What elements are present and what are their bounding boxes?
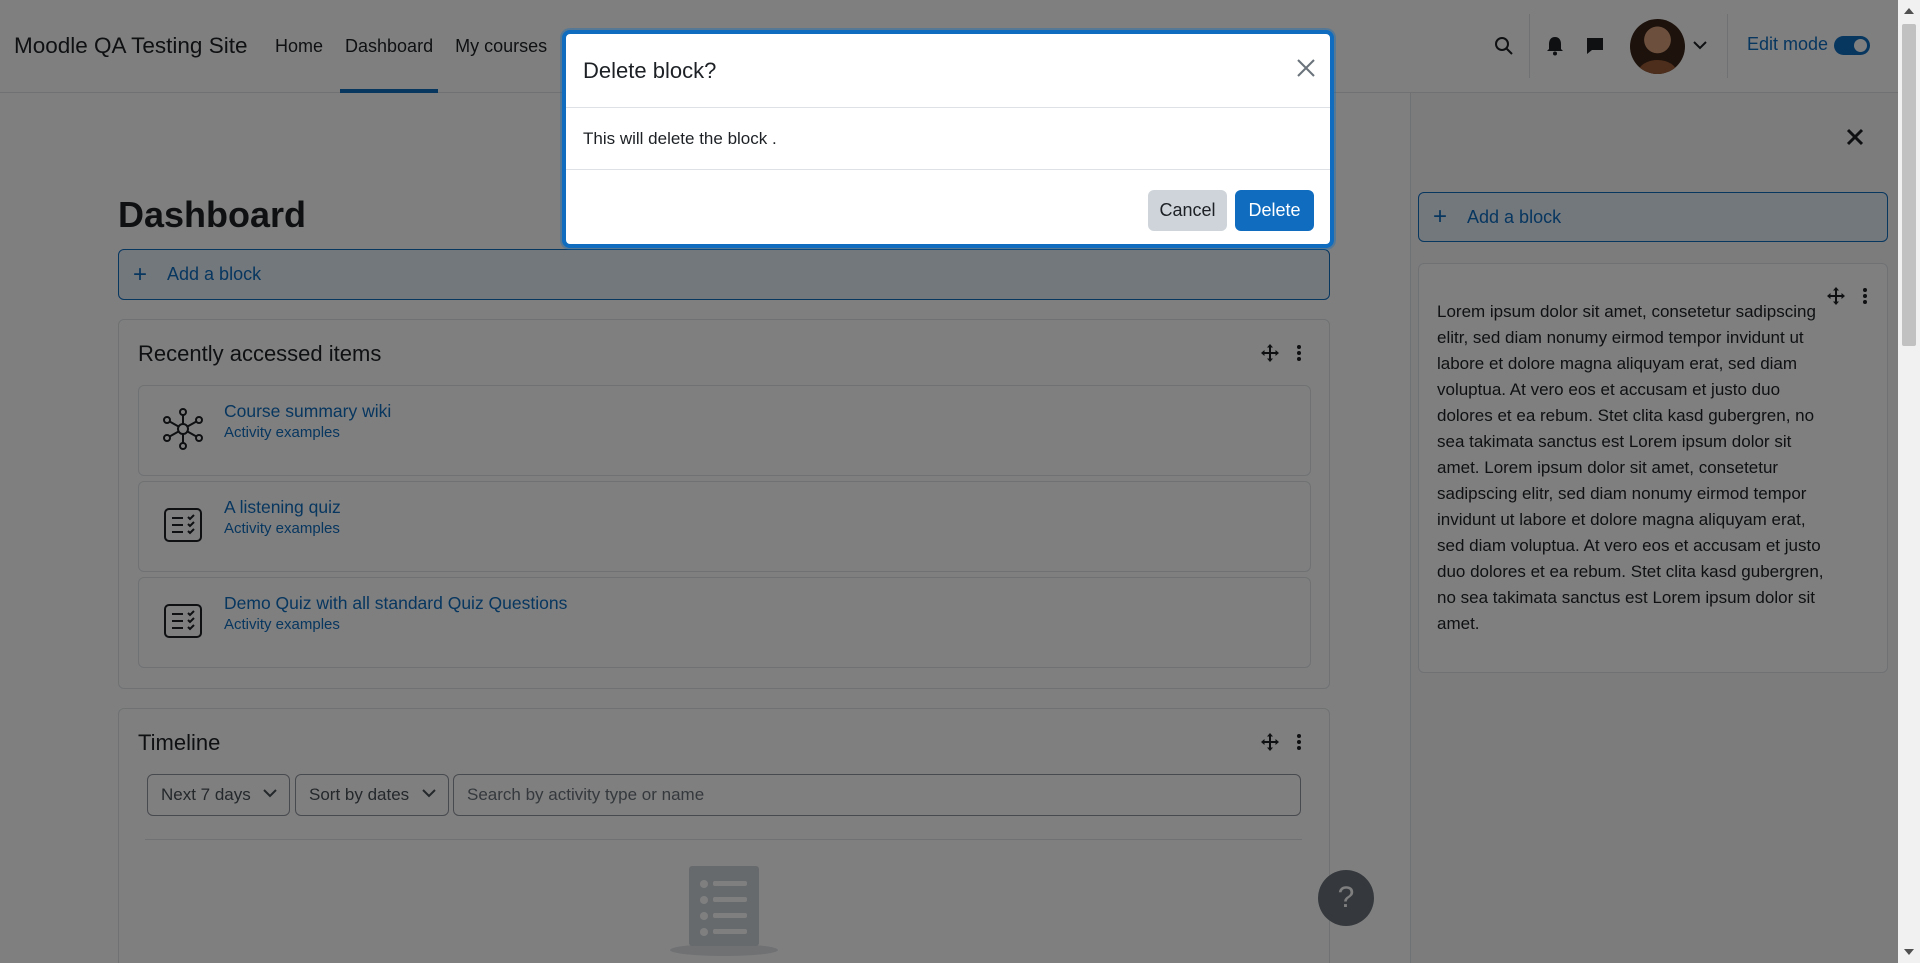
delete-button[interactable]: Delete	[1235, 190, 1314, 231]
scroll-thumb[interactable]	[1902, 24, 1916, 346]
modal-header: Delete block?	[566, 34, 1330, 108]
close-icon[interactable]	[1294, 56, 1320, 82]
modal-footer: Cancel Delete	[566, 169, 1330, 248]
cancel-button[interactable]: Cancel	[1148, 190, 1227, 231]
delete-block-dialog: Delete block? This will delete the block…	[562, 30, 1334, 248]
scroll-down-arrow[interactable]	[1904, 949, 1914, 955]
modal-message: This will delete the block .	[583, 129, 777, 148]
modal-title: Delete block?	[583, 58, 717, 83]
page-scrollbar[interactable]	[1898, 0, 1920, 963]
scroll-up-arrow[interactable]	[1904, 8, 1914, 14]
